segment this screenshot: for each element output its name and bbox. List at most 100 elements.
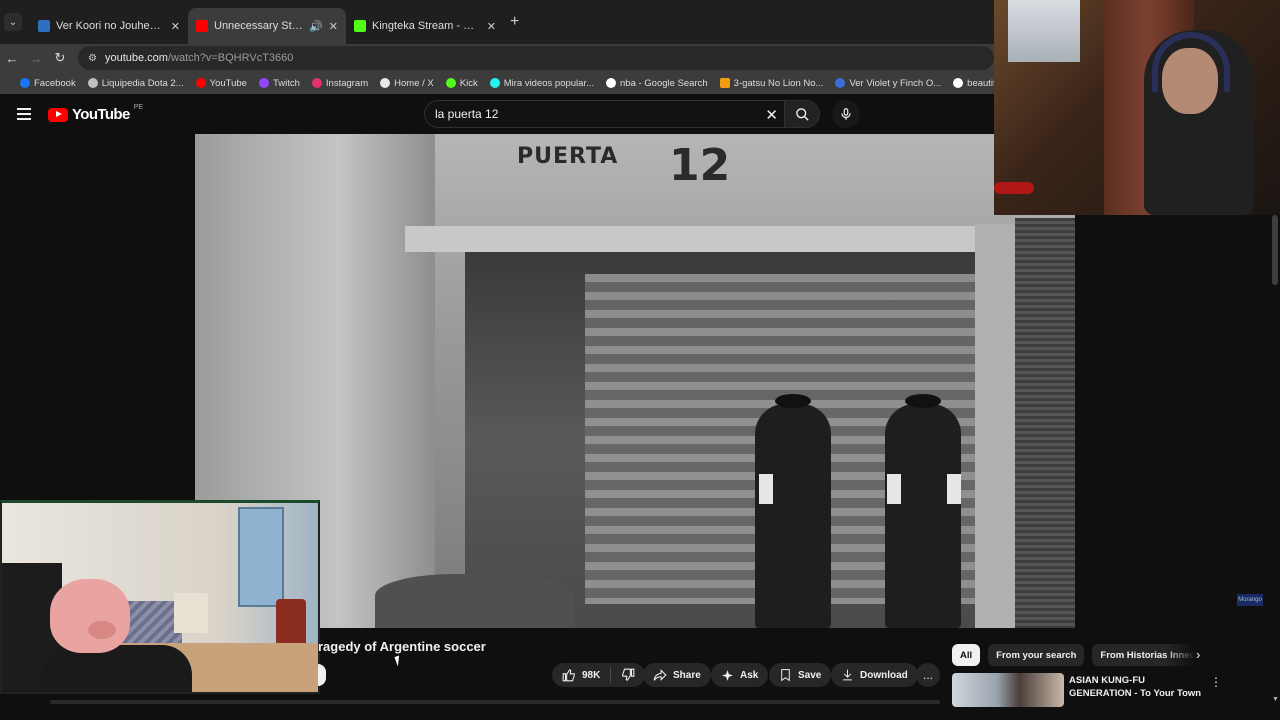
bookmark-google[interactable]: nba - Google Search: [606, 78, 708, 89]
bookmark-label: Kick: [459, 77, 478, 89]
bookmarks-bar: Facebook Liquipedia Dota 2... YouTube Tw…: [0, 72, 994, 94]
instagram-icon: [311, 78, 322, 88]
tab-search-chevron-icon[interactable]: ⌄: [4, 13, 22, 31]
tab-title: Kingteka Stream - Watch Live on Kick: [372, 20, 481, 32]
thumbs-up-icon: [562, 669, 575, 682]
back-arrow-icon[interactable]: ←: [0, 51, 24, 66]
bookmark-twitch[interactable]: Twitch: [258, 77, 300, 89]
bookmark-icon: [781, 669, 790, 682]
mouse-cursor-icon: [394, 655, 403, 667]
tab-youtube[interactable]: Unnecessary Stories: Gate 12 🔊 ✕: [188, 8, 346, 44]
dislike-button[interactable]: [611, 663, 645, 687]
video-lintel: [405, 226, 1005, 252]
like-button[interactable]: 98K: [552, 663, 610, 687]
webcam-overlay-streamer: [994, 0, 1280, 215]
bookmark-tiktok[interactable]: Mira videos popular...: [489, 78, 594, 89]
download-action: Download: [831, 663, 918, 687]
recommended-video[interactable]: ASIAN KUNG-FU GENERATION - To Your Town …: [952, 673, 1272, 707]
youtube-logo[interactable]: YouTube PE: [48, 104, 143, 123]
search-query: la puerta 12: [435, 107, 499, 121]
tab-close-icon[interactable]: ✕: [329, 20, 338, 33]
tab-title: Unnecessary Stories: Gate 12: [214, 20, 303, 32]
bookmark-label: Facebook: [34, 77, 76, 89]
bookmark-beautiful-boy[interactable]: beautiful boy cueva...: [953, 78, 994, 89]
site-info-icon[interactable]: ⚙: [88, 53, 97, 64]
youtube-wordmark: YouTube: [72, 106, 130, 123]
cam-body: [42, 645, 192, 692]
download-button[interactable]: Download: [831, 663, 918, 687]
video-rubble: [375, 574, 575, 628]
subscribe-button[interactable]: [318, 664, 326, 686]
bookmark-violet[interactable]: Ver Violet y Finch O...: [835, 78, 941, 89]
youtube-play-icon: [48, 107, 68, 122]
search-button[interactable]: [784, 100, 820, 128]
youtube-icon: [195, 78, 206, 88]
save-button[interactable]: Save: [769, 663, 832, 687]
tab-kick[interactable]: Kingteka Stream - Watch Live on Kick ✕: [346, 8, 504, 44]
microphone-icon: [841, 108, 851, 120]
scroll-thumb[interactable]: [1272, 215, 1278, 285]
video-pillar: [975, 224, 1015, 628]
bookmark-x[interactable]: Home / X: [380, 78, 434, 89]
tab-close-icon[interactable]: ✕: [487, 20, 496, 33]
cam-basket: [174, 593, 208, 633]
tab-favicon: [38, 20, 50, 32]
tiktok-icon: [489, 78, 500, 88]
new-tab-button[interactable]: +: [510, 13, 519, 31]
page-scrollbar[interactable]: [1270, 215, 1280, 720]
facebook-icon: [20, 78, 30, 88]
ask-button[interactable]: Ask: [711, 663, 769, 687]
recommended-title[interactable]: ASIAN KUNG-FU GENERATION - To Your Town: [1069, 674, 1209, 700]
youtube-favicon: [196, 20, 208, 32]
tab-close-icon[interactable]: ✕: [171, 20, 180, 33]
apps-grid-icon[interactable]: [8, 78, 10, 88]
chip-all[interactable]: All: [952, 644, 981, 666]
voice-search-button[interactable]: [832, 100, 860, 128]
share-button[interactable]: Share: [643, 663, 711, 687]
related-chips: All From your search From Historias Inne…: [952, 644, 1197, 666]
recommended-thumbnail[interactable]: [952, 673, 1064, 707]
channel-watermark[interactable]: Morango: [1237, 594, 1263, 606]
video-title: ragedy of Argentine soccer: [318, 639, 486, 654]
chevron-right-icon[interactable]: ›: [1196, 647, 1200, 662]
video-officer: [755, 394, 831, 628]
forward-arrow-icon[interactable]: →: [24, 51, 48, 66]
video-player[interactable]: PUERTA 12: [195, 134, 1075, 628]
bookmark-label: Twitch: [272, 77, 300, 89]
url-input[interactable]: ⚙ youtube.com/watch?v=BQHRVcT3660: [78, 46, 994, 70]
search-input[interactable]: la puerta 12 ✕: [424, 100, 784, 128]
bookmark-liquipedia[interactable]: Liquipedia Dota 2...: [87, 78, 184, 89]
tab-koori[interactable]: Ver Koori no Jouheki episodio 8 ✕: [30, 8, 188, 44]
cam-chair: [994, 182, 1034, 194]
bookmark-kick[interactable]: Kick: [445, 77, 478, 89]
download-label: Download: [860, 669, 908, 681]
bookmark-label: nba - Google Search: [620, 77, 708, 89]
share-icon: [653, 669, 667, 681]
x-icon: [380, 78, 391, 88]
thumbs-down-icon: [622, 668, 635, 681]
share-action: Share: [643, 663, 711, 687]
scroll-down-icon[interactable]: ▼: [1272, 696, 1279, 703]
url-path: /watch?v=BQHRVcT3660: [167, 52, 294, 64]
pig-face-filter: [50, 579, 130, 653]
more-actions-button[interactable]: ...: [916, 663, 940, 687]
reload-icon[interactable]: ↻: [48, 50, 72, 66]
bookmark-instagram[interactable]: Instagram: [311, 78, 368, 89]
speaker-icon[interactable]: 🔊: [309, 20, 323, 33]
bookmark-youtube[interactable]: YouTube: [195, 78, 247, 89]
like-dislike-group: 98K: [552, 663, 646, 687]
cam-bin: [276, 599, 306, 649]
bookmark-label: Ver Violet y Finch O...: [849, 77, 942, 89]
clear-search-icon[interactable]: ✕: [765, 106, 778, 124]
pig-snout: [88, 621, 116, 639]
address-bar-row: ← → ↻ ⚙ youtube.com/watch?v=BQHRVcT3660: [0, 44, 994, 72]
site-icon: [835, 78, 846, 88]
bookmark-3gatsu[interactable]: 3-gatsu No Lion No...: [719, 78, 823, 89]
menu-icon[interactable]: [17, 108, 31, 120]
bookmark-label: Home / X: [394, 77, 434, 89]
chip-from-your-search[interactable]: From your search: [988, 644, 1085, 666]
chip-from-channel[interactable]: From Historias Innecesarias: [1092, 644, 1197, 666]
bookmark-facebook[interactable]: Facebook: [20, 78, 76, 89]
more-vertical-icon[interactable]: ⋮: [1210, 675, 1222, 689]
browser-tabstrip: ⌄ Ver Koori no Jouheki episodio 8 ✕ Unne…: [0, 0, 994, 44]
